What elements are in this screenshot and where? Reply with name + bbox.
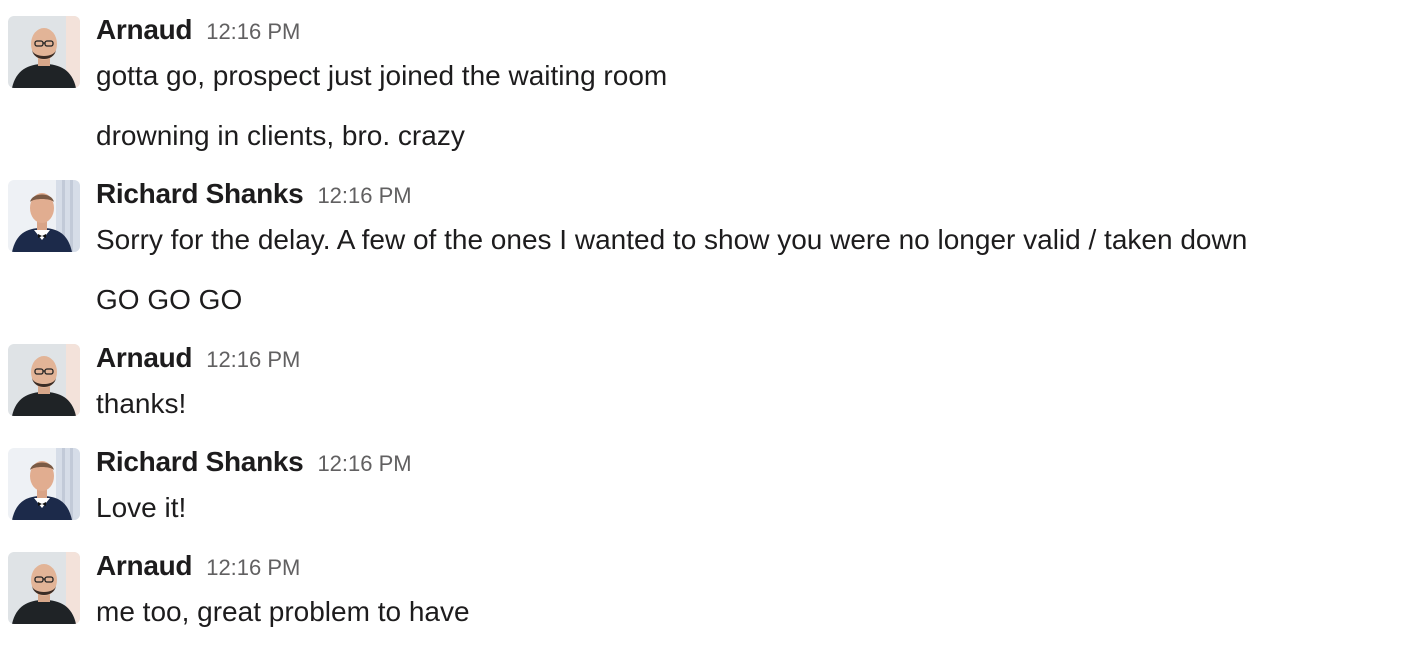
message-text: Love it! bbox=[96, 492, 187, 523]
message-text: drowning in clients, bro. crazy bbox=[96, 120, 465, 151]
timestamp[interactable]: 12:16 PM bbox=[206, 555, 300, 580]
message-group: Richard Shanks 12:16 PM Love it! bbox=[0, 432, 1400, 532]
avatar[interactable] bbox=[8, 344, 80, 416]
message-group: Arnaud 12:16 PM me too, great problem to … bbox=[0, 536, 1400, 636]
avatar[interactable] bbox=[8, 448, 80, 520]
timestamp[interactable]: 12:16 PM bbox=[317, 183, 411, 208]
message-header: Arnaud 12:16 PM bbox=[96, 550, 300, 586]
message-header: Richard Shanks 12:16 PM bbox=[96, 446, 412, 482]
author-name[interactable]: Richard Shanks bbox=[96, 446, 304, 477]
timestamp[interactable]: 12:16 PM bbox=[206, 19, 300, 44]
arnaud-avatar-icon bbox=[8, 552, 80, 624]
message-text: GO GO GO bbox=[96, 284, 243, 315]
message-header: Arnaud 12:16 PM bbox=[96, 342, 300, 378]
message-text: thanks! bbox=[96, 388, 187, 419]
message-group: Arnaud 12:16 PM thanks! bbox=[0, 328, 1400, 428]
avatar[interactable] bbox=[8, 180, 80, 252]
richard-avatar-icon bbox=[8, 180, 80, 252]
author-name[interactable]: Richard Shanks bbox=[96, 178, 304, 209]
richard-avatar-icon bbox=[8, 448, 80, 520]
author-name[interactable]: Arnaud bbox=[96, 342, 193, 373]
message-header: Arnaud 12:16 PM bbox=[96, 14, 300, 50]
message-group: Arnaud 12:16 PM gotta go, prospect just j… bbox=[0, 0, 1400, 160]
author-name[interactable]: Arnaud bbox=[96, 550, 193, 581]
message-text: Sorry for the delay. A few of the ones I… bbox=[96, 224, 1248, 255]
message-text: gotta go, prospect just joined the waiti… bbox=[96, 60, 668, 91]
author-name[interactable]: Arnaud bbox=[96, 14, 193, 45]
avatar[interactable] bbox=[8, 16, 80, 88]
message-text: me too, great problem to have bbox=[96, 596, 470, 627]
arnaud-avatar-icon bbox=[8, 344, 80, 416]
avatar[interactable] bbox=[8, 552, 80, 624]
message-feed: Arnaud 12:16 PM gotta go, prospect just j… bbox=[0, 0, 1422, 646]
message-header: Richard Shanks 12:16 PM bbox=[96, 178, 412, 214]
timestamp[interactable]: 12:16 PM bbox=[206, 347, 300, 372]
arnaud-avatar-icon bbox=[8, 16, 80, 88]
message-group: Richard Shanks 12:16 PM Sorry for the del… bbox=[0, 164, 1400, 324]
timestamp[interactable]: 12:16 PM bbox=[317, 451, 411, 476]
